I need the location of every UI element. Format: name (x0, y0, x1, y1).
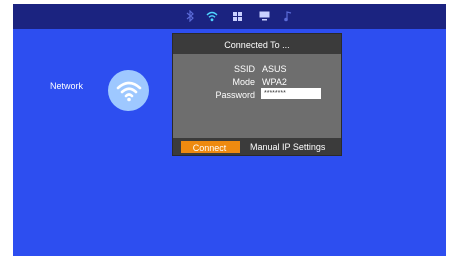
network-label: Network (50, 81, 84, 91)
wifi-icon[interactable] (205, 9, 219, 23)
dialog-title: Connected To ... (173, 34, 341, 54)
top-status-bar (13, 4, 446, 29)
bluetooth-icon[interactable] (185, 9, 195, 23)
apps-icon[interactable] (231, 9, 243, 23)
dialog-footer: Connect Manual IP Settings (173, 138, 341, 155)
manual-ip-settings-button[interactable]: Manual IP Settings (250, 141, 325, 153)
password-label: Password (215, 90, 255, 100)
password-row: Password ******** (173, 88, 341, 101)
ssid-row: SSID ASUS (173, 63, 341, 75)
connection-dialog: Connected To ... SSID ASUS Mode WPA2 Pas… (172, 33, 342, 156)
connect-button[interactable]: Connect (181, 141, 240, 153)
music-icon[interactable] (283, 9, 293, 23)
ssid-value: ASUS (262, 64, 287, 74)
mode-value: WPA2 (262, 77, 287, 87)
mode-row: Mode WPA2 (173, 76, 341, 88)
ssid-label: SSID (233, 64, 255, 74)
password-field[interactable]: ******** (261, 88, 321, 99)
monitor-icon[interactable] (257, 9, 271, 23)
mode-label: Mode (232, 77, 255, 87)
tv-screen: Network Connected To ... SSID ASUS Mode … (13, 4, 446, 256)
network-wifi-icon[interactable] (108, 70, 149, 111)
